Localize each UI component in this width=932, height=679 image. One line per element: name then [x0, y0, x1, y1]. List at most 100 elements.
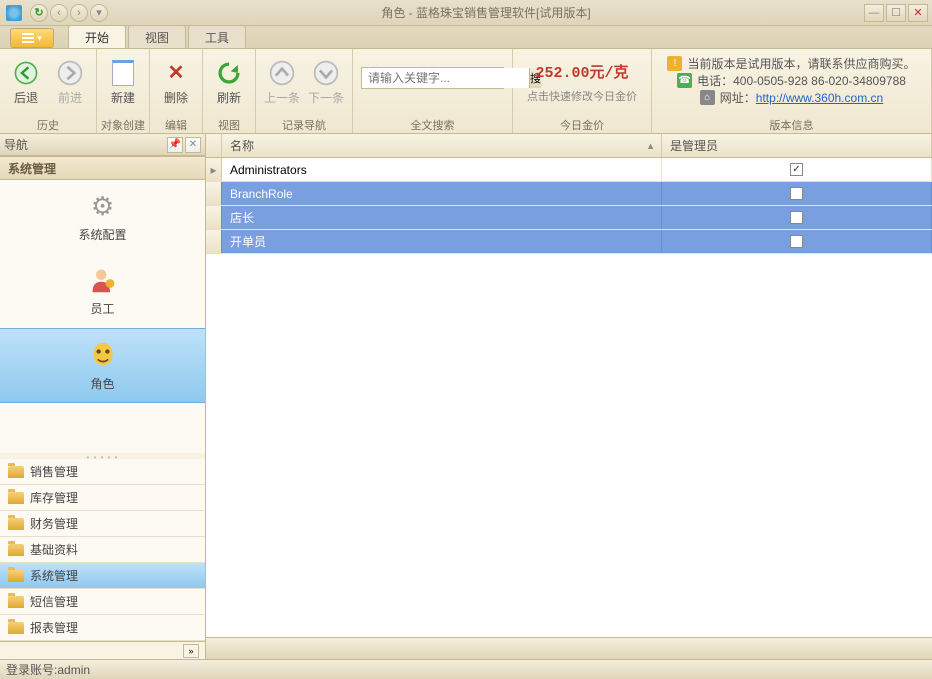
group-edit-label: 编辑	[165, 117, 187, 133]
forward-button[interactable]: 前进	[48, 51, 92, 113]
folder-icon	[8, 492, 24, 504]
gold-price-button[interactable]: 252.00元/克 点击快速修改今日金价 今日金价	[513, 49, 652, 133]
forward-arrow-icon	[56, 59, 84, 87]
info-warning-icon: !	[667, 56, 682, 71]
sidebar-folder-item[interactable]: 基础资料	[0, 537, 205, 563]
refresh-quick-button[interactable]: ↻	[30, 4, 48, 22]
row-indicator	[206, 206, 222, 229]
cell-name: Administrators	[222, 158, 662, 181]
sidebar-folder-label: 报表管理	[30, 619, 78, 636]
checkbox[interactable]	[790, 211, 803, 224]
refresh-button[interactable]: 刷新	[207, 51, 251, 113]
down-arrow-icon	[312, 59, 340, 87]
nav-forward-quick-button[interactable]: ›	[70, 4, 88, 22]
home-icon: ⌂	[700, 90, 715, 105]
sidebar-folder-label: 库存管理	[30, 489, 78, 506]
sidebar-pin-button[interactable]: 📌	[167, 137, 183, 153]
sidebar-folder-item[interactable]: 库存管理	[0, 485, 205, 511]
search-box: 搜	[361, 67, 504, 89]
titlebar: ↻ ‹ › ▾ 角色 - 蓝格珠宝销售管理软件[试用版本] — ☐ ✕	[0, 0, 932, 26]
grid-col-admin[interactable]: 是管理员	[662, 134, 932, 157]
sidebar-expand-button[interactable]: »	[183, 644, 199, 658]
table-row[interactable]: BranchRole	[206, 182, 932, 206]
search-input[interactable]	[362, 68, 529, 88]
sidebar-folder-list: 销售管理库存管理财务管理基础资料系统管理短信管理报表管理	[0, 459, 205, 641]
sidebar-folder-label: 销售管理	[30, 463, 78, 480]
sidebar-folder-item[interactable]: 系统管理	[0, 563, 205, 589]
ribbon-tabs: ▾ 开始 视图 工具	[0, 26, 932, 48]
gold-price-value: 252.00元/克	[535, 61, 628, 82]
status-login-label: 登录账号:	[6, 661, 57, 678]
phone-icon: ☎	[677, 73, 692, 88]
version-info-text: 当前版本是试用版本，请联系供应商购买。	[687, 55, 915, 72]
sidebar-folder-item[interactable]: 短信管理	[0, 589, 205, 615]
cell-admin: ✓	[662, 158, 932, 181]
grid-footer	[206, 637, 932, 659]
table-row[interactable]: ▸Administrators✓	[206, 158, 932, 182]
table-row[interactable]: 店长	[206, 206, 932, 230]
minimize-button[interactable]: —	[864, 4, 884, 22]
row-indicator	[206, 230, 222, 253]
checkbox[interactable]: ✓	[790, 163, 803, 176]
sidebar-item-staff[interactable]: 员工	[0, 254, 205, 328]
sort-asc-icon: ▲	[646, 141, 655, 151]
folder-icon	[8, 596, 24, 608]
status-bar: 登录账号: admin	[0, 659, 932, 679]
nav-back-quick-button[interactable]: ‹	[50, 4, 68, 22]
website-link[interactable]: http://www.360h.com.cn	[756, 91, 883, 105]
up-arrow-icon	[268, 59, 296, 87]
sidebar-section-header[interactable]: 系统管理	[0, 156, 205, 180]
folder-icon	[8, 544, 24, 556]
gold-price-hint: 点击快速修改今日金价	[527, 88, 637, 104]
sidebar-folder-label: 系统管理	[30, 567, 78, 584]
sidebar-item-role[interactable]: 角色	[0, 328, 205, 403]
tab-start[interactable]: 开始	[68, 25, 126, 48]
file-menu-button[interactable]: ▾	[10, 28, 54, 48]
grid-header: 名称▲ 是管理员	[206, 134, 932, 158]
cell-name: BranchRole	[222, 182, 662, 205]
cell-admin	[662, 230, 932, 253]
phone-number: 400-0505-928 86-020-34809788	[733, 74, 906, 88]
delete-button[interactable]: ✕ 删除	[154, 51, 198, 113]
sidebar-icon-list: ⚙ 系统配置 员工 角色	[0, 180, 205, 453]
folder-icon	[8, 622, 24, 634]
table-row[interactable]: 开单员	[206, 230, 932, 254]
sidebar-folder-item[interactable]: 销售管理	[0, 459, 205, 485]
sidebar-folder-item[interactable]: 报表管理	[0, 615, 205, 641]
status-login-user: admin	[57, 663, 90, 677]
ribbon: 后退 前进 历史 新建 对象创建 ✕ 删除 编辑	[0, 48, 932, 134]
data-grid: 名称▲ 是管理员 ▸Administrators✓BranchRole店长开单员	[206, 134, 932, 659]
mask-icon	[87, 339, 119, 371]
group-create-label: 对象创建	[101, 117, 145, 133]
cell-admin	[662, 182, 932, 205]
cell-name: 开单员	[222, 230, 662, 253]
maximize-button[interactable]: ☐	[886, 4, 906, 22]
app-icon	[6, 5, 22, 21]
group-history-label: 历史	[37, 117, 59, 133]
grid-body[interactable]: ▸Administrators✓BranchRole店长开单员	[206, 158, 932, 637]
sidebar-folder-label: 短信管理	[30, 593, 78, 610]
group-info-label: 版本信息	[770, 117, 814, 133]
sidebar-item-system-config[interactable]: ⚙ 系统配置	[0, 180, 205, 254]
cell-admin	[662, 206, 932, 229]
row-indicator	[206, 182, 222, 205]
folder-icon	[8, 570, 24, 582]
checkbox[interactable]	[790, 187, 803, 200]
cell-name: 店长	[222, 206, 662, 229]
new-button[interactable]: 新建	[101, 51, 145, 113]
sidebar-close-button[interactable]: ✕	[185, 137, 201, 153]
group-view-label: 视图	[218, 117, 240, 133]
sidebar-folder-item[interactable]: 财务管理	[0, 511, 205, 537]
back-button[interactable]: 后退	[4, 51, 48, 113]
checkbox[interactable]	[790, 235, 803, 248]
person-icon	[87, 264, 119, 296]
group-search-label: 全文搜索	[411, 117, 455, 133]
tab-view[interactable]: 视图	[128, 25, 186, 48]
tab-tool[interactable]: 工具	[188, 25, 246, 48]
quick-dropdown[interactable]: ▾	[90, 4, 108, 22]
next-record-button[interactable]: 下一条	[304, 51, 348, 113]
prev-record-button[interactable]: 上一条	[260, 51, 304, 113]
delete-x-icon: ✕	[162, 59, 190, 87]
close-button[interactable]: ✕	[908, 4, 928, 22]
grid-col-name[interactable]: 名称▲	[222, 134, 662, 157]
